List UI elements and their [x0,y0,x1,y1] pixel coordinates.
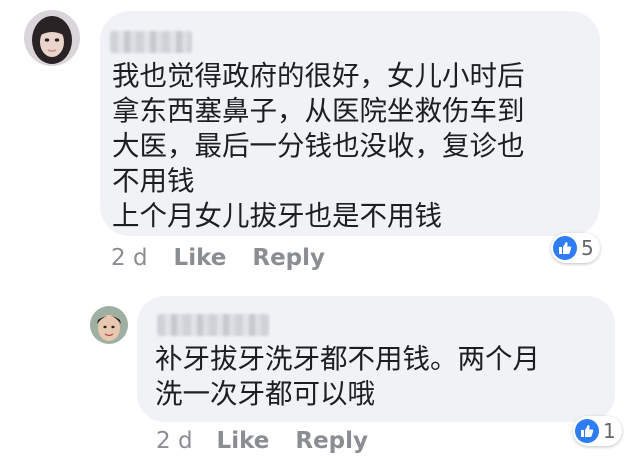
reply-actions: 2 d Like Reply [156,428,368,454]
reply-button[interactable]: Reply [295,428,368,454]
reply-button[interactable]: Reply [252,245,325,271]
reaction-count: 1 [603,419,616,443]
reaction-count-badge[interactable]: 1 [573,416,622,446]
like-button[interactable]: Like [217,428,270,454]
reply-timestamp[interactable]: 2 d [156,428,193,454]
reply-text: 补牙拔牙洗牙都不用钱。两个月 洗一次牙都可以哦 [155,343,540,410]
reaction-count-badge[interactable]: 5 [551,233,600,263]
comment-text: 我也觉得政府的很好，女儿小时后 拿东西塞鼻子，从医院坐救伤车到 大医，最后一分钱… [112,60,525,232]
thumbs-up-icon [553,236,577,260]
commenter-avatar[interactable] [24,10,80,66]
reply-bubble: 补牙拔牙洗牙都不用钱。两个月 洗一次牙都可以哦 [137,296,615,422]
reaction-count: 5 [581,236,594,260]
commenter-name[interactable] [110,31,192,53]
replier-name[interactable] [157,314,269,336]
thumbs-up-icon [575,419,599,443]
like-button[interactable]: Like [174,245,227,271]
comment-bubble: 我也觉得政府的很好，女儿小时后 拿东西塞鼻子，从医院坐救伤车到 大医，最后一分钱… [100,11,600,236]
comment-timestamp[interactable]: 2 d [111,245,148,271]
replier-avatar[interactable] [90,306,128,344]
comment-actions: 2 d Like Reply [111,245,325,271]
